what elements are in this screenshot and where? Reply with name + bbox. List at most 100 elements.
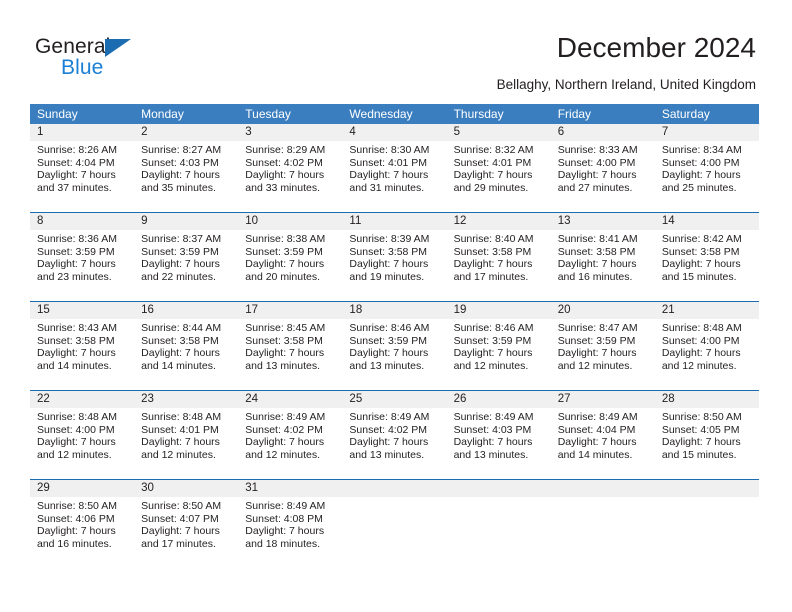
sunrise-text: Sunrise: 8:27 AM [141, 144, 222, 156]
sunrise-text: Sunrise: 8:50 AM [37, 500, 117, 512]
daylight-text-line1: Daylight: 7 hours [557, 436, 637, 449]
calendar-day-cell-5[interactable]: 5 Sunrise: 8:32 AM Sunset: 4:01 PM Daylight… [446, 124, 551, 212]
calendar-week-row: 1 Sunrise: 8:26 AM Sunset: 4:04 PM Daylight… [30, 124, 759, 212]
sunrise-text: Sunrise: 8:48 AM [141, 411, 222, 423]
day-details: Sunrise: 8:50 AM Sunset: 4:06 PM Daylight:… [30, 497, 134, 550]
calendar-day-cell-16[interactable]: 16 Sunrise: 8:44 AM Sunset: 3:58 PM Dayligh… [134, 302, 239, 390]
daylight-text-line2: and 16 minutes. [557, 270, 633, 283]
sunset-text: Sunset: 4:00 PM [37, 423, 115, 436]
daylight-text-line1: Daylight: 7 hours [141, 436, 220, 449]
calendar-day-cell-17[interactable]: 17 Sunrise: 8:45 AM Sunset: 3:58 PM Dayligh… [238, 302, 343, 390]
calendar-day-cell-26[interactable]: 26 Sunrise: 8:49 AM Sunset: 4:03 PM Dayligh… [446, 391, 551, 479]
calendar-day-cell-empty[interactable] [550, 480, 655, 568]
weekday-header-saturday: Saturday [661, 107, 710, 121]
daylight-text-line1: Daylight: 7 hours [245, 525, 325, 538]
sunset-text: Sunset: 4:03 PM [141, 156, 219, 169]
daylight-text-line1: Daylight: 7 hours [349, 169, 429, 182]
calendar-day-cell-18[interactable]: 18 Sunrise: 8:46 AM Sunset: 3:59 PM Dayligh… [342, 302, 447, 390]
sunrise-text: Sunrise: 8:46 AM [453, 322, 534, 334]
calendar-day-cell-empty[interactable] [654, 480, 759, 568]
daylight-text-line2: and 37 minutes. [37, 181, 112, 194]
day-number: 15 [30, 302, 135, 319]
calendar-day-cell-22[interactable]: 22 Sunrise: 8:48 AM Sunset: 4:00 PM Dayligh… [30, 391, 135, 479]
day-details: Sunrise: 8:48 AM Sunset: 4:00 PM Daylight:… [655, 319, 759, 372]
calendar-day-cell-23[interactable]: 23 Sunrise: 8:48 AM Sunset: 4:01 PM Dayligh… [134, 391, 239, 479]
day-number: 11 [342, 213, 447, 230]
calendar-day-cell-30[interactable]: 30 Sunrise: 8:50 AM Sunset: 4:07 PM Dayligh… [134, 480, 239, 568]
sunset-text: Sunset: 3:59 PM [141, 245, 219, 258]
calendar-day-cell-28[interactable]: 28 Sunrise: 8:50 AM Sunset: 4:05 PM Dayligh… [654, 391, 759, 479]
day-details [655, 497, 759, 500]
sunset-text: Sunset: 4:04 PM [557, 423, 636, 436]
calendar-day-cell-24[interactable]: 24 Sunrise: 8:49 AM Sunset: 4:02 PM Dayligh… [238, 391, 343, 479]
daylight-text-line1: Daylight: 7 hours [37, 436, 116, 449]
sunrise-text: Sunrise: 8:42 AM [661, 233, 742, 245]
page-title: December 2024 [556, 32, 756, 63]
sunset-text: Sunset: 3:58 PM [245, 334, 323, 347]
day-number: 4 [342, 124, 447, 141]
calendar-day-cell-6[interactable]: 6 Sunrise: 8:33 AM Sunset: 4:00 PM Daylight… [550, 124, 655, 212]
calendar-day-cell-20[interactable]: 20 Sunrise: 8:47 AM Sunset: 3:59 PM Dayligh… [550, 302, 655, 390]
day-details: Sunrise: 8:32 AM Sunset: 4:01 PM Daylight:… [447, 141, 551, 194]
brand-logo[interactable]: General Blue [35, 36, 225, 84]
calendar-day-cell-empty[interactable] [342, 480, 447, 568]
daylight-text-line1: Daylight: 7 hours [557, 169, 637, 182]
sunrise-text: Sunrise: 8:49 AM [453, 411, 534, 423]
daylight-text-line2: and 20 minutes. [245, 270, 320, 283]
day-details: Sunrise: 8:33 AM Sunset: 4:00 PM Daylight:… [551, 141, 655, 194]
day-number: 21 [654, 302, 759, 319]
weekday-header-friday: Friday [557, 107, 592, 121]
sunset-text: Sunset: 4:01 PM [141, 423, 219, 436]
day-number: 5 [446, 124, 551, 141]
day-number: 9 [134, 213, 239, 230]
sunset-text: Sunset: 4:08 PM [245, 512, 323, 525]
daylight-text-line1: Daylight: 7 hours [661, 436, 741, 449]
calendar-day-cell-15[interactable]: 15 Sunrise: 8:43 AM Sunset: 3:58 PM Dayligh… [30, 302, 135, 390]
calendar-day-cell-1[interactable]: 1 Sunrise: 8:26 AM Sunset: 4:04 PM Daylight… [30, 124, 135, 212]
sunrise-text: Sunrise: 8:48 AM [661, 322, 742, 334]
daylight-text-line1: Daylight: 7 hours [453, 347, 533, 360]
day-number: 24 [238, 391, 343, 408]
day-number: 23 [134, 391, 239, 408]
sunrise-text: Sunrise: 8:47 AM [557, 322, 638, 334]
calendar-day-cell-14[interactable]: 14 Sunrise: 8:42 AM Sunset: 3:58 PM Dayligh… [654, 213, 759, 301]
calendar-day-cell-3[interactable]: 3 Sunrise: 8:29 AM Sunset: 4:02 PM Daylight… [238, 124, 343, 212]
sunset-text: Sunset: 3:59 PM [37, 245, 115, 258]
calendar-day-cell-27[interactable]: 27 Sunrise: 8:49 AM Sunset: 4:04 PM Dayligh… [550, 391, 655, 479]
sunrise-text: Sunrise: 8:29 AM [245, 144, 326, 156]
calendar-day-cell-13[interactable]: 13 Sunrise: 8:41 AM Sunset: 3:58 PM Dayligh… [550, 213, 655, 301]
sunrise-text: Sunrise: 8:34 AM [661, 144, 742, 156]
day-details: Sunrise: 8:49 AM Sunset: 4:08 PM Daylight:… [238, 497, 342, 550]
calendar-day-cell-31[interactable]: 31 Sunrise: 8:49 AM Sunset: 4:08 PM Dayligh… [238, 480, 343, 568]
sunset-text: Sunset: 3:58 PM [661, 245, 740, 258]
calendar-day-cell-2[interactable]: 2 Sunrise: 8:27 AM Sunset: 4:03 PM Daylight… [134, 124, 239, 212]
calendar-day-cell-7[interactable]: 7 Sunrise: 8:34 AM Sunset: 4:00 PM Daylight… [654, 124, 759, 212]
calendar-day-cell-29[interactable]: 29 Sunrise: 8:50 AM Sunset: 4:06 PM Dayligh… [30, 480, 135, 568]
calendar-day-cell-12[interactable]: 12 Sunrise: 8:40 AM Sunset: 3:58 PM Dayligh… [446, 213, 551, 301]
daylight-text-line1: Daylight: 7 hours [37, 258, 116, 271]
calendar-day-cell-10[interactable]: 10 Sunrise: 8:38 AM Sunset: 3:59 PM Dayligh… [238, 213, 343, 301]
sunset-text: Sunset: 4:00 PM [557, 156, 636, 169]
calendar-day-cell-19[interactable]: 19 Sunrise: 8:46 AM Sunset: 3:59 PM Dayligh… [446, 302, 551, 390]
calendar-day-cell-empty[interactable] [446, 480, 551, 568]
page-subtitle-location: Bellaghy, Northern Ireland, United Kingd… [496, 77, 756, 92]
sunset-text: Sunset: 4:04 PM [37, 156, 115, 169]
day-details: Sunrise: 8:49 AM Sunset: 4:02 PM Daylight:… [342, 408, 446, 461]
day-number: 16 [134, 302, 239, 319]
calendar-day-cell-9[interactable]: 9 Sunrise: 8:37 AM Sunset: 3:59 PM Daylight… [134, 213, 239, 301]
daylight-text-line2: and 16 minutes. [37, 537, 112, 550]
sunset-text: Sunset: 3:58 PM [453, 245, 532, 258]
calendar-day-cell-21[interactable]: 21 Sunrise: 8:48 AM Sunset: 4:00 PM Dayligh… [654, 302, 759, 390]
day-number: 28 [654, 391, 759, 408]
day-details: Sunrise: 8:50 AM Sunset: 4:07 PM Daylight:… [134, 497, 238, 550]
calendar-day-cell-4[interactable]: 4 Sunrise: 8:30 AM Sunset: 4:01 PM Daylight… [342, 124, 447, 212]
sunset-text: Sunset: 3:59 PM [245, 245, 323, 258]
calendar-day-cell-8[interactable]: 8 Sunrise: 8:36 AM Sunset: 3:59 PM Daylight… [30, 213, 135, 301]
sunrise-text: Sunrise: 8:30 AM [349, 144, 430, 156]
daylight-text-line2: and 12 minutes. [141, 448, 216, 461]
daylight-text-line1: Daylight: 7 hours [141, 347, 220, 360]
daylight-text-line2: and 35 minutes. [141, 181, 216, 194]
calendar-day-cell-11[interactable]: 11 Sunrise: 8:39 AM Sunset: 3:58 PM Dayligh… [342, 213, 447, 301]
calendar-day-cell-25[interactable]: 25 Sunrise: 8:49 AM Sunset: 4:02 PM Dayligh… [342, 391, 447, 479]
sunset-text: Sunset: 3:59 PM [557, 334, 636, 347]
